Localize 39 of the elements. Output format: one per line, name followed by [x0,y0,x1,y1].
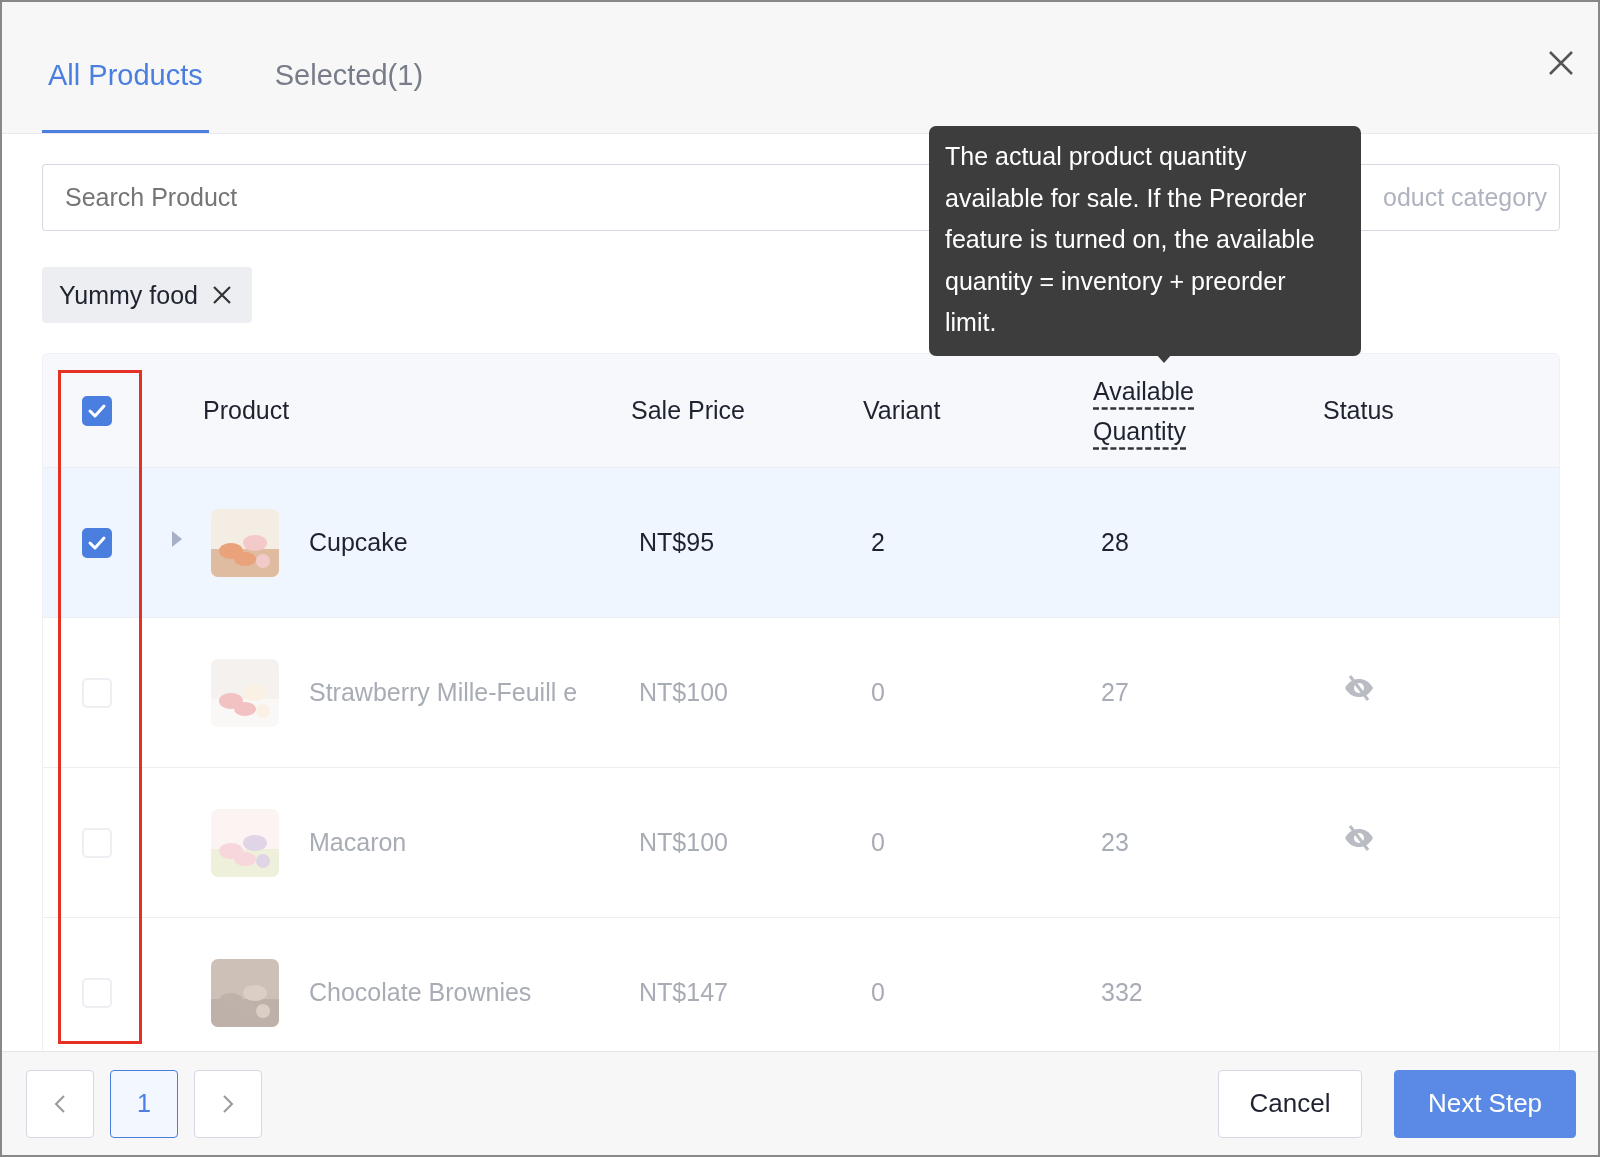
tab[interactable]: Selected(1) [268,53,430,133]
quantity-text: 23 [1101,828,1129,857]
price-text: NT$100 [639,828,728,857]
chevron-left-icon [54,1093,66,1114]
cancel-button[interactable]: Cancel [1218,1069,1362,1138]
column-header: Variant [863,396,941,425]
quantity-text: 27 [1101,678,1129,707]
column-header: Product [203,395,290,427]
variant-count: 2 [871,528,885,557]
close-icon[interactable] [211,285,232,306]
expand-icon[interactable] [171,529,183,548]
tab[interactable]: All Products [42,53,209,133]
variant-count: 0 [871,828,885,857]
page-button[interactable]: 1 [110,1069,178,1138]
next-page-button[interactable] [194,1069,262,1138]
product-name: Chocolate Brownies [309,977,533,1009]
checkbox[interactable] [82,395,112,426]
price-text: NT$95 [639,528,715,557]
product-name: Macaron [309,827,408,859]
tooltip-pointer [1156,354,1172,363]
product-name: Strawberry Mille-Feuill e [309,677,579,709]
column-header[interactable]: Available Quantity [1093,370,1203,451]
check-icon [87,534,107,551]
previous-page-button[interactable] [26,1069,94,1138]
quantity-text: 28 [1101,528,1129,557]
product-name: Cupcake [309,527,409,559]
price-text: NT$147 [639,978,728,1007]
chevron-right-icon [222,1093,234,1114]
column-header: Status [1323,396,1394,425]
tooltip: The actual product quantity available for sale. If the Preorder feature is turned on, the available quantity = inventory + preorder limit. [929,126,1361,356]
variant-count: 0 [871,678,885,707]
check-icon [87,402,107,419]
checkbox[interactable] [82,527,112,558]
column-header: Sale Price [631,396,745,425]
variant-count: 0 [871,978,885,1007]
quantity-text: 332 [1101,978,1143,1007]
next-step-button[interactable]: Next Step [1394,1069,1576,1138]
filter-tag[interactable]: Yummy food [42,267,252,324]
price-text: NT$100 [639,678,728,707]
